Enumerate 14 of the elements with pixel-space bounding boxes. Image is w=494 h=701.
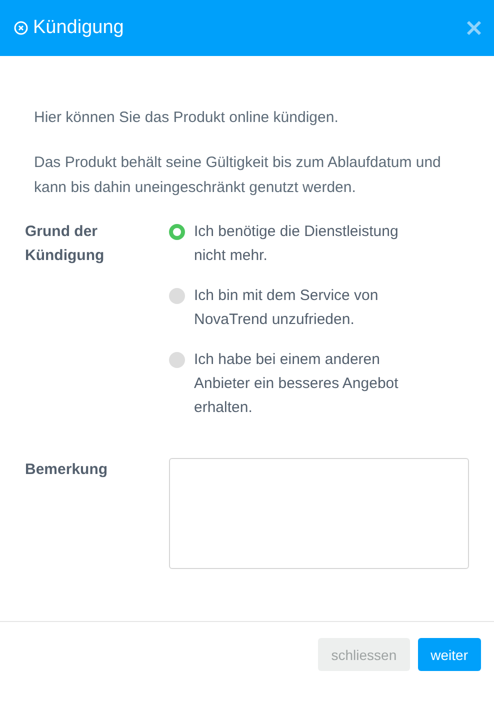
radio-button[interactable] xyxy=(169,288,185,304)
cancel-circle-icon xyxy=(14,21,28,35)
intro-text: Das Produkt behält seine Gültigkeit bis zum Ablaufdatum und kann bis dahin uneingeschränkt genutzt werden. xyxy=(34,153,442,198)
remark-label: Bemerkung xyxy=(25,460,109,480)
reason-option[interactable]: Ich bin mit dem Service von NovaTrend unzufrieden. xyxy=(168,284,469,332)
intro-text: Hier können Sie das Produkt online kündigen. xyxy=(34,108,340,128)
reason-option[interactable]: Ich habe bei einem anderen Anbieter ein besseres Angebot erhalten. xyxy=(168,348,469,420)
dialog-title: Kündigung xyxy=(14,17,466,39)
radio-button[interactable] xyxy=(169,352,185,368)
radio-button[interactable] xyxy=(169,224,185,240)
close-button[interactable] xyxy=(466,20,482,36)
remark-field[interactable] xyxy=(169,458,469,569)
reason-label: Grund der Kündigung xyxy=(25,222,106,266)
reason-option[interactable]: Ich benötige die Dienstleistung nicht mehr. xyxy=(168,220,469,268)
